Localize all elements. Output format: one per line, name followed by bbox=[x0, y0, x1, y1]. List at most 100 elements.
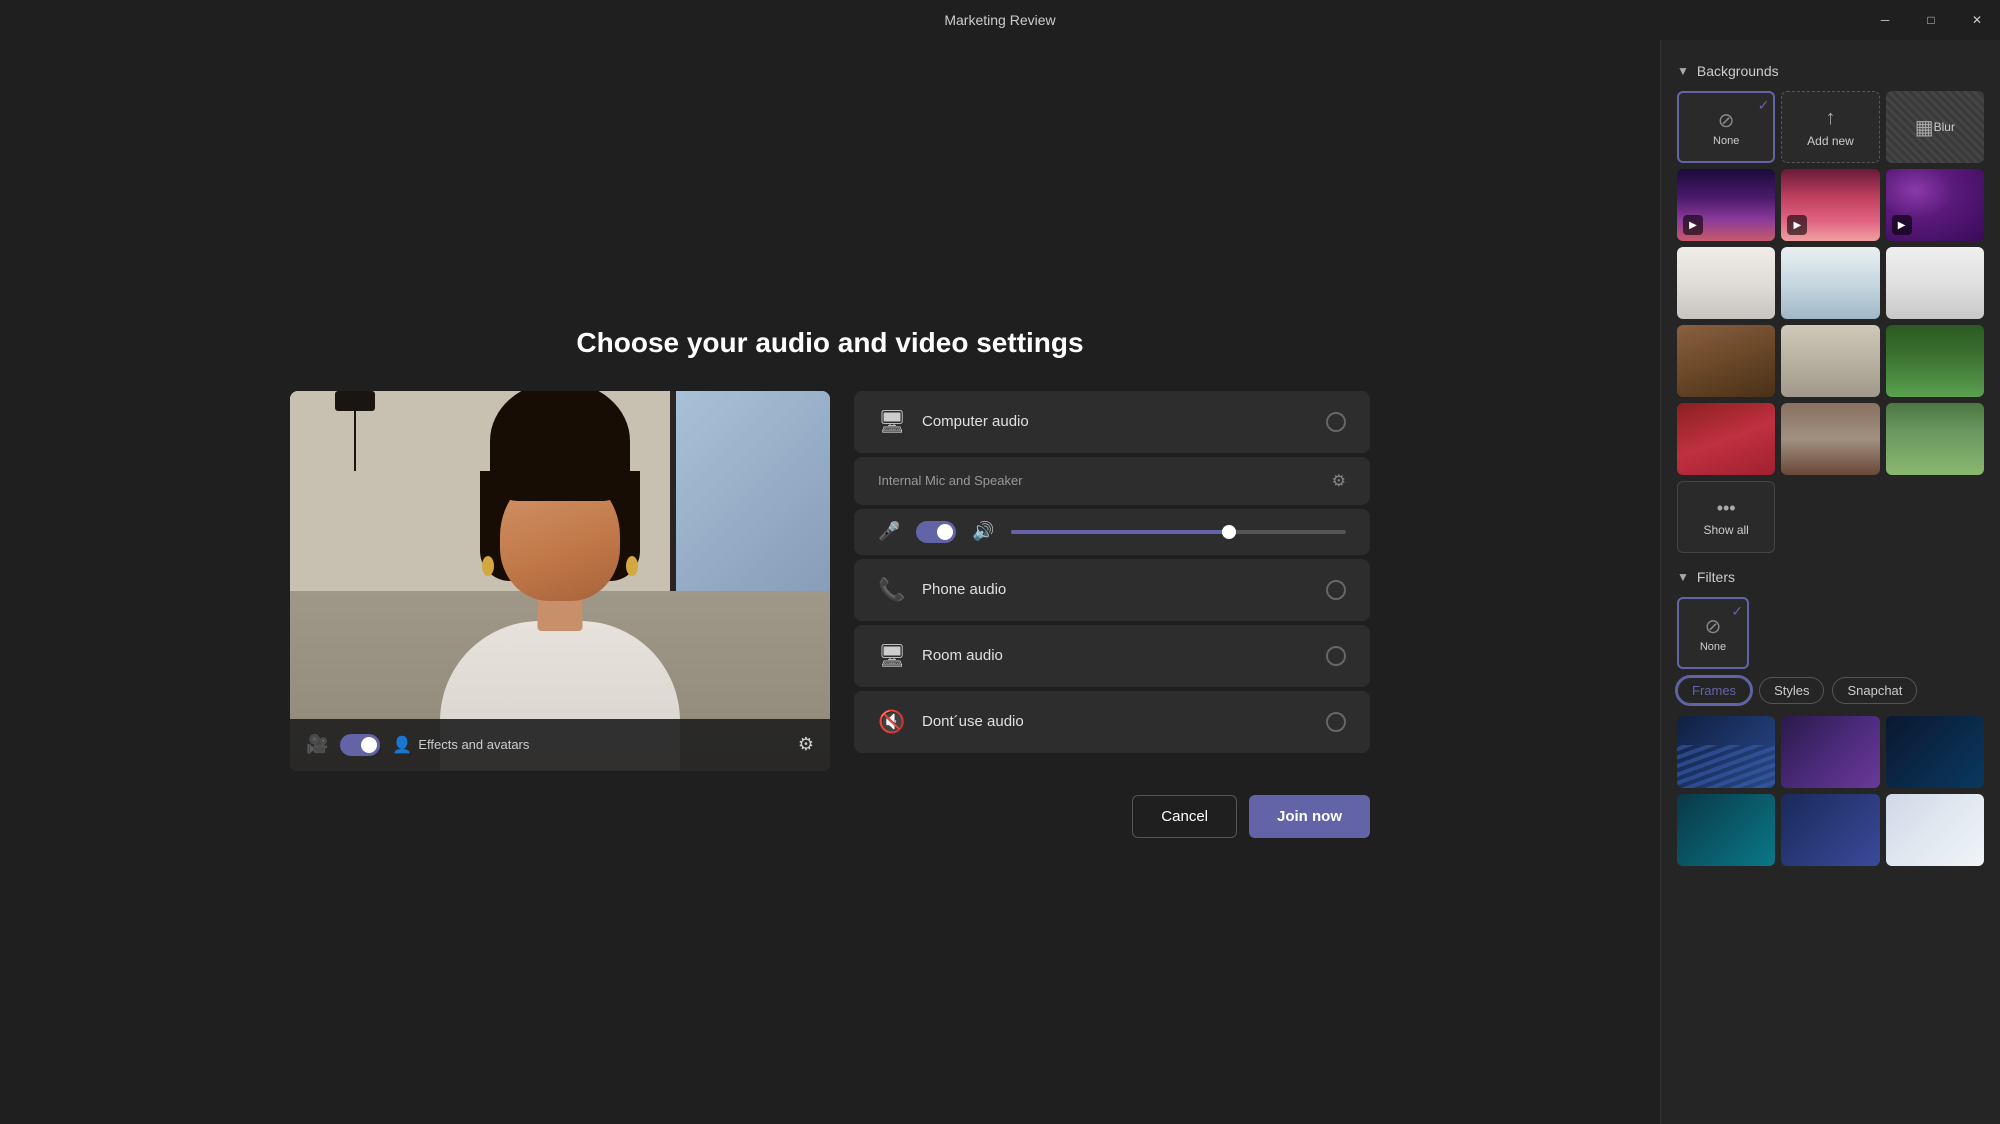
phone-audio-icon: 📞 bbox=[878, 577, 906, 603]
volume-icon: 🔊 bbox=[972, 521, 994, 542]
lamp-shade bbox=[335, 391, 375, 411]
show-all-label: Show all bbox=[1703, 523, 1748, 537]
filter-none-icon: ⊘ None bbox=[1700, 614, 1726, 653]
join-now-button[interactable]: Join now bbox=[1249, 795, 1370, 838]
room-audio-radio[interactable] bbox=[1326, 646, 1346, 666]
effects-label: Effects and avatars bbox=[418, 737, 529, 752]
frames-grid bbox=[1677, 716, 1984, 866]
bg-office1-item[interactable] bbox=[1677, 247, 1775, 319]
frame-waves-blue-item[interactable] bbox=[1677, 716, 1775, 788]
frame-purple-wave-item[interactable] bbox=[1781, 716, 1879, 788]
lamp bbox=[330, 391, 380, 511]
filter-none-label: None bbox=[1700, 641, 1726, 653]
minimize-button[interactable]: ─ bbox=[1862, 0, 1908, 40]
mic-toggle[interactable] bbox=[916, 521, 956, 543]
lamp-stem bbox=[354, 411, 356, 471]
maximize-button[interactable]: □ bbox=[1908, 0, 1954, 40]
window-controls: ─ □ ✕ bbox=[1862, 0, 2000, 40]
main-content: Choose your audio and video settings bbox=[0, 40, 1660, 1124]
bg-purple-bokeh-item[interactable]: ▶ bbox=[1886, 169, 1984, 241]
title-bar: Marketing Review ─ □ ✕ bbox=[0, 0, 2000, 40]
microphone-icon: 🎤 bbox=[878, 521, 900, 542]
audio-option-none[interactable]: 🔇 Dont´use audio bbox=[854, 691, 1370, 753]
frame-teal-wave-item[interactable] bbox=[1677, 794, 1775, 866]
bg-add-new-label: Add new bbox=[1807, 134, 1854, 148]
device-label: Internal Mic and Speaker bbox=[878, 473, 1320, 488]
filters-chevron-icon: ▼ bbox=[1677, 570, 1689, 584]
close-button[interactable]: ✕ bbox=[1954, 0, 2000, 40]
bg-red-room-item[interactable] bbox=[1677, 403, 1775, 475]
cancel-button[interactable]: Cancel bbox=[1132, 795, 1237, 838]
camera-toggle[interactable] bbox=[340, 734, 380, 756]
bg-garden-item[interactable] bbox=[1886, 403, 1984, 475]
mic-volume-controls: 🎤 🔊 bbox=[854, 509, 1370, 555]
video-play-icon: ▶ bbox=[1683, 215, 1703, 235]
show-all-dots-icon: ••• bbox=[1717, 498, 1736, 519]
audio-option-phone[interactable]: 📞 Phone audio bbox=[854, 559, 1370, 621]
bg-forest-item[interactable] bbox=[1886, 325, 1984, 397]
bg-modern-item[interactable] bbox=[1781, 325, 1879, 397]
backgrounds-grid: ⊘ None ✓ ↑ Add new ▦ Blur ▶ ▶ ▶ bbox=[1677, 91, 1984, 553]
effects-button[interactable]: 👤 Effects and avatars bbox=[392, 735, 529, 755]
selected-check-icon: ✓ bbox=[1758, 97, 1770, 114]
computer-audio-icon: 🖥 bbox=[878, 409, 906, 435]
effects-avatar-icon: 👤 bbox=[392, 735, 412, 755]
computer-audio-label: Computer audio bbox=[922, 413, 1310, 430]
page-title: Choose your audio and video settings bbox=[576, 327, 1083, 359]
video-play-icon-3: ▶ bbox=[1892, 215, 1912, 235]
phone-audio-radio[interactable] bbox=[1326, 580, 1346, 600]
tab-frames[interactable]: Frames bbox=[1677, 677, 1751, 704]
backgrounds-section-header: ▼ Backgrounds bbox=[1677, 63, 1984, 79]
tab-styles[interactable]: Styles bbox=[1759, 677, 1824, 704]
room-audio-label: Room audio bbox=[922, 647, 1310, 664]
no-audio-radio[interactable] bbox=[1326, 712, 1346, 732]
content-row: 🎥 👤 Effects and avatars ⚙ 🖥 Computer aud… bbox=[290, 391, 1370, 771]
no-audio-label: Dont´use audio bbox=[922, 713, 1310, 730]
filter-none-item[interactable]: ⊘ None ✓ bbox=[1677, 597, 1749, 669]
computer-audio-radio[interactable] bbox=[1326, 412, 1346, 432]
bg-office2-item[interactable] bbox=[1781, 247, 1879, 319]
bg-add-new-item[interactable]: ↑ Add new bbox=[1781, 91, 1879, 163]
bg-office3-item[interactable] bbox=[1886, 247, 1984, 319]
video-effects-panel: Video effects ✕ ▼ Backgrounds ⊘ None ✓ ↑… bbox=[1660, 0, 2000, 1124]
audio-panel: 🖥 Computer audio Internal Mic and Speake… bbox=[854, 391, 1370, 753]
bg-wooden-item[interactable] bbox=[1677, 325, 1775, 397]
earring-left bbox=[482, 556, 494, 576]
phone-audio-label: Phone audio bbox=[922, 581, 1310, 598]
bg-purple-sky-item[interactable]: ▶ bbox=[1677, 169, 1775, 241]
bg-pink-clouds-item[interactable]: ▶ bbox=[1781, 169, 1879, 241]
tab-snapchat[interactable]: Snapchat bbox=[1832, 677, 1917, 704]
backgrounds-section-label: Backgrounds bbox=[1697, 63, 1779, 79]
no-audio-icon: 🔇 bbox=[878, 709, 906, 735]
video-preview: 🎥 👤 Effects and avatars ⚙ bbox=[290, 391, 830, 771]
frame-blue-corp-item[interactable] bbox=[1781, 794, 1879, 866]
backgrounds-chevron-icon: ▼ bbox=[1677, 64, 1689, 78]
bg-blur-item[interactable]: ▦ Blur bbox=[1886, 91, 1984, 163]
bg-none-item[interactable]: ⊘ None ✓ bbox=[1677, 91, 1775, 163]
audio-option-room[interactable]: 🖥 Room audio bbox=[854, 625, 1370, 687]
video-feed bbox=[290, 391, 830, 771]
filter-none-grid: ⊘ None ✓ bbox=[1677, 597, 1984, 669]
room-audio-icon: 🖥 bbox=[878, 643, 906, 669]
filter-selected-check-icon: ✓ bbox=[1731, 603, 1743, 620]
bg-none-label: None bbox=[1713, 135, 1739, 147]
filters-section-label: Filters bbox=[1697, 569, 1735, 585]
settings-icon[interactable]: ⚙ bbox=[798, 734, 814, 755]
window-title: Marketing Review bbox=[944, 12, 1055, 28]
video-play-icon-2: ▶ bbox=[1787, 215, 1807, 235]
volume-slider-track[interactable] bbox=[1011, 530, 1346, 534]
bg-blur-label: Blur bbox=[1934, 120, 1955, 134]
bg-arch-item[interactable] bbox=[1781, 403, 1879, 475]
volume-slider-fill bbox=[1011, 530, 1229, 534]
audio-settings-icon[interactable]: ⚙ bbox=[1332, 471, 1346, 491]
video-toolbar: 🎥 👤 Effects and avatars ⚙ bbox=[290, 719, 830, 771]
frame-dark-blue-item[interactable] bbox=[1886, 716, 1984, 788]
device-row: Internal Mic and Speaker ⚙ bbox=[854, 457, 1370, 505]
volume-slider-thumb[interactable] bbox=[1222, 525, 1236, 539]
camera-icon: 🎥 bbox=[306, 734, 328, 755]
none-icon: ⊘ None bbox=[1713, 108, 1739, 147]
audio-option-computer[interactable]: 🖥 Computer audio bbox=[854, 391, 1370, 453]
frame-white-pattern-item[interactable] bbox=[1886, 794, 1984, 866]
bg-show-all-item[interactable]: ••• Show all bbox=[1677, 481, 1775, 553]
action-row: Cancel Join now bbox=[290, 795, 1370, 838]
